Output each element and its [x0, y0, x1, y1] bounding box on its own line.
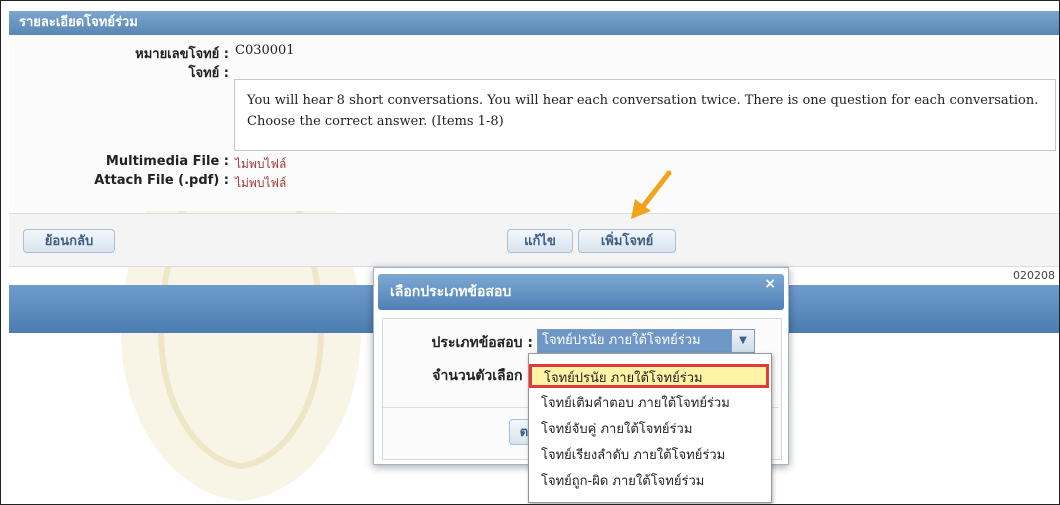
dropdown-option[interactable]: โจทย์จับคู่ ภายใต้โจทย์ร่วม — [529, 418, 769, 442]
attach-file-label: Attach File (.pdf) : — [94, 173, 229, 188]
add-question-button[interactable]: เพิ่มโจทย์ — [578, 229, 676, 253]
choice-count-label: จำนวนตัวเลือก : — [432, 368, 533, 384]
arrow-pointer-icon — [631, 170, 672, 219]
exam-type-select[interactable]: โจทย์ปรนัย ภายใต้โจทย์ร่วม ▼ — [537, 329, 755, 353]
dialog-title-bar: เลือกประเภทข้อสอบ × — [378, 274, 784, 310]
dropdown-option[interactable]: โจทย์เรียงลำดับ ภายใต้โจทย์ร่วม — [529, 444, 769, 468]
question-text: You will hear 8 short conversations. You… — [247, 93, 1039, 129]
dropdown-option[interactable]: โจทย์เติมคำตอบ ภายใต้โจทย์ร่วม — [529, 392, 769, 416]
close-icon[interactable]: × — [764, 272, 776, 296]
exam-type-selected-value: โจทย์ปรนัย ภายใต้โจทย์ร่วม — [542, 333, 701, 348]
screenshot-frame: รายละเอียดโจทย์ร่วม หมายเลขโจทย์ : C0300… — [0, 0, 1060, 505]
dropdown-option-selected[interactable]: โจทย์ปรนัย ภายใต้โจทย์ร่วม — [529, 364, 769, 388]
multimedia-file-label: Multimedia File : — [105, 154, 229, 169]
exam-type-dropdown-list: โจทย์ปรนัย ภายใต้โจทย์ร่วม โจทย์เติมคำตอ… — [528, 353, 772, 503]
question-label: โจทย์ : — [188, 66, 229, 81]
detail-panel-header: รายละเอียดโจทย์ร่วม — [9, 11, 1059, 35]
dropdown-option[interactable]: โจทย์ถูก-ผิด ภายใต้โจทย์ร่วม — [529, 470, 769, 494]
edit-button[interactable]: แก้ไข — [507, 229, 573, 253]
panel-title: รายละเอียดโจทย์ร่วม — [19, 15, 138, 30]
question-number-value: C030001 — [235, 43, 295, 58]
question-number-label: หมายเลขโจทย์ : — [135, 47, 229, 62]
dialog-title: เลือกประเภทข้อสอบ — [390, 284, 512, 300]
exam-type-label: ประเภทข้อสอบ : — [431, 335, 533, 351]
back-button[interactable]: ย้อนกลับ — [23, 229, 115, 253]
record-code: 020208 — [1013, 269, 1055, 282]
question-text-box: You will hear 8 short conversations. You… — [234, 79, 1056, 151]
multimedia-file-value: ไม่พบไฟล์ — [235, 157, 287, 171]
attach-file-value: ไม่พบไฟล์ — [235, 176, 287, 190]
chevron-down-icon[interactable]: ▼ — [731, 330, 754, 352]
